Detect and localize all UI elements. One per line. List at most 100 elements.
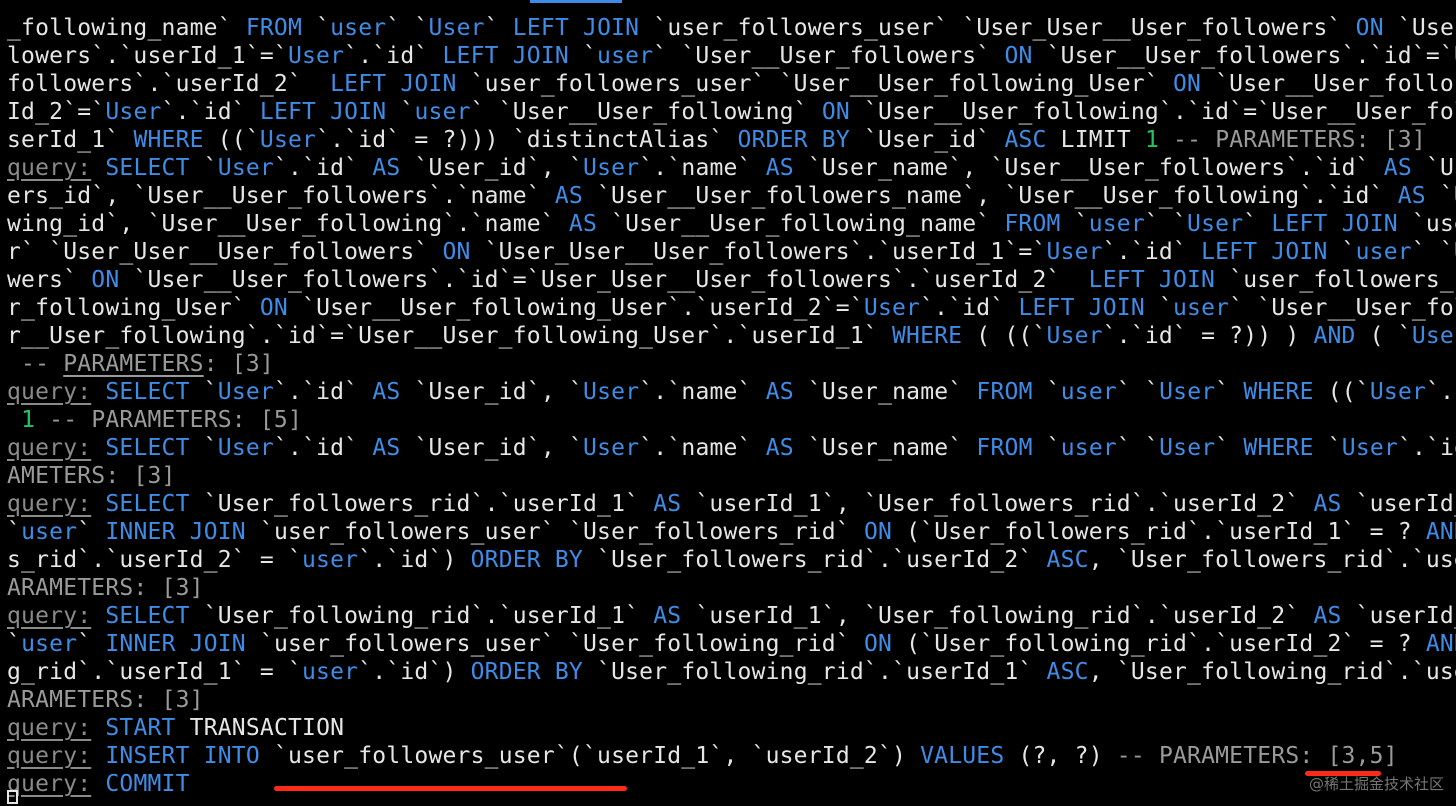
parameters-comment: -- PARAMETERS: [3,5]	[1102, 743, 1398, 769]
log-line: query: START TRANSACTION	[7, 714, 1456, 742]
sql-text: ` `	[1116, 379, 1160, 405]
sql-text: `User_User__User_followers`.`userId_1`=`	[470, 239, 1047, 265]
sql-keyword: User	[259, 127, 317, 153]
sql-keyword: User	[1187, 211, 1244, 237]
sql-keyword: AS	[1397, 183, 1426, 209]
active-tab-indicator	[530, 0, 622, 3]
sql-keyword: ASC	[1046, 547, 1089, 573]
sql-text: `User_name`, `User__User_followers`.`id`	[793, 155, 1384, 181]
log-line: -- PARAMETERS: [3]	[7, 350, 1456, 378]
log-line: r_following_User` ON `User__User_followi…	[7, 294, 1456, 322]
log-line: s_rid`.`userId_2` = `user`.`id`) ORDER B…	[7, 546, 1456, 574]
sql-text: `.`id` = ?))) `distinctAlias`	[316, 127, 738, 153]
sql-keyword: SELECT	[105, 155, 190, 181]
log-line: `user` INNER JOIN `user_followers_user` …	[7, 518, 1456, 546]
sql-keyword: AS	[554, 183, 583, 209]
sql-text: `.`	[1426, 379, 1456, 405]
terminal-output[interactable]: _following_name` FROM `user` `User` LEFT…	[0, 0, 1456, 806]
sql-keyword: User	[583, 155, 640, 181]
sql-text: `userId_1`, `User_followers_rid`.`userId…	[681, 491, 1314, 517]
sql-keyword: ON	[1172, 71, 1202, 97]
sql-text: `	[1032, 379, 1061, 405]
sql-text: ` `U	[1411, 239, 1456, 265]
sql-text: ` `	[386, 15, 429, 41]
sql-keyword: AS	[372, 155, 401, 181]
sql-text: `	[1215, 435, 1244, 461]
sql-text: `.`name`	[639, 435, 766, 461]
sql-keyword: User	[217, 155, 274, 181]
sql-text: r_following_User`	[7, 295, 260, 321]
sql-text: `.`id`	[273, 435, 373, 461]
sql-keyword: START	[105, 715, 176, 741]
sql-text: `	[189, 379, 218, 405]
log-line: lowers`.`userId_1`=`User`.`id` LEFT JOIN…	[7, 42, 1456, 70]
log-line: query: SELECT `User`.`id` AS `User_id`, …	[7, 378, 1456, 406]
sql-keyword: LEFT JOIN	[1088, 267, 1216, 293]
sql-keyword: User	[583, 435, 640, 461]
sql-text: `	[1215, 379, 1244, 405]
sql-text: `User__User_follo	[1201, 71, 1454, 97]
sql-text: r` `User_User__User_followers`	[7, 239, 443, 265]
sql-text: `	[1327, 239, 1356, 265]
sql-text: `User__User_followers`.`id`=`U	[1032, 43, 1456, 69]
sql-keyword: ON	[259, 295, 288, 321]
parameters-comment: : [3]	[203, 351, 274, 377]
sql-keyword: AS	[568, 211, 597, 237]
sql-keyword: User	[583, 379, 640, 405]
sql-keyword: COMMIT	[105, 771, 190, 797]
sql-keyword: user	[1088, 211, 1145, 237]
sql-text: `	[77, 631, 106, 657]
sql-text: `.`id`)	[358, 659, 471, 685]
sql-keyword: User	[1046, 239, 1103, 265]
sql-keyword: LEFT JOIN	[330, 71, 457, 97]
sql-text: `.`id`	[1102, 239, 1202, 265]
sql-text: `User_following_rid`.`userId_1`	[189, 603, 654, 629]
sql-keyword: AS	[765, 435, 794, 461]
sql-text: ` `	[1116, 435, 1160, 461]
sql-keyword: INNER JOIN	[105, 631, 246, 657]
sql-text: ((`	[1313, 379, 1370, 405]
sql-text: `.`id`	[344, 43, 443, 69]
sql-keyword: User	[1369, 379, 1427, 405]
sql-keyword: User	[217, 435, 274, 461]
log-line: ARAMETERS: [3]	[7, 574, 1456, 602]
sql-keyword: SELECT	[105, 603, 190, 629]
sql-keyword: LEFT JOIN	[1201, 239, 1328, 265]
sql-keyword: User	[217, 379, 274, 405]
sql-text: ((`	[203, 127, 260, 153]
number-literal: 1	[1144, 127, 1159, 153]
sql-text: `.`name`	[639, 379, 766, 405]
sql-keyword: WHERE	[133, 127, 204, 153]
sql-text: `.`id`	[920, 295, 1019, 321]
sql-keyword: INNER JOIN	[105, 519, 246, 545]
sql-text: `	[1032, 435, 1061, 461]
sql-text: `	[77, 519, 106, 545]
sql-keyword: FROM	[1004, 211, 1061, 237]
sql-text: `User__User_following_User`.`userId_2`=`	[287, 295, 864, 321]
sql-text: `Use	[1439, 183, 1456, 209]
sql-text: Id_2`=`	[7, 99, 106, 125]
sql-text: `	[1144, 295, 1173, 321]
sql-keyword: ORDER BY	[737, 127, 850, 153]
sql-text: `User_id`, `	[400, 155, 584, 181]
sql-text: `User_followers_rid`.`userId_2`	[582, 547, 1047, 573]
log-line: query: SELECT `User_followers_rid`.`user…	[7, 490, 1456, 518]
sql-keyword: AS	[372, 435, 401, 461]
sql-text: serId_1`	[7, 127, 134, 153]
sql-keyword: WHERE	[1243, 379, 1314, 405]
sql-text: `User_name`	[793, 379, 977, 405]
sql-keyword: user	[1060, 379, 1117, 405]
sql-text: `User_id`	[849, 127, 1005, 153]
log-line: ers_id`, `User__User_followers`.`name` A…	[7, 182, 1456, 210]
sql-text: `.`id` = ?)) )	[1102, 323, 1314, 349]
sql-text: wing_id`, `User__User_following`.`name`	[7, 211, 569, 237]
sql-text: ( `	[1355, 323, 1412, 349]
log-line: followers`.`userId_2` LEFT JOIN `user_fo…	[7, 70, 1456, 98]
sql-text: g_rid`.`userId_1` = `	[7, 659, 302, 685]
parameters-comment: ARAMETERS: [3]	[7, 575, 204, 601]
sql-text: TRANSACTION	[175, 715, 345, 741]
log-line: r` `User_User__User_followers` ON `User_…	[7, 238, 1456, 266]
